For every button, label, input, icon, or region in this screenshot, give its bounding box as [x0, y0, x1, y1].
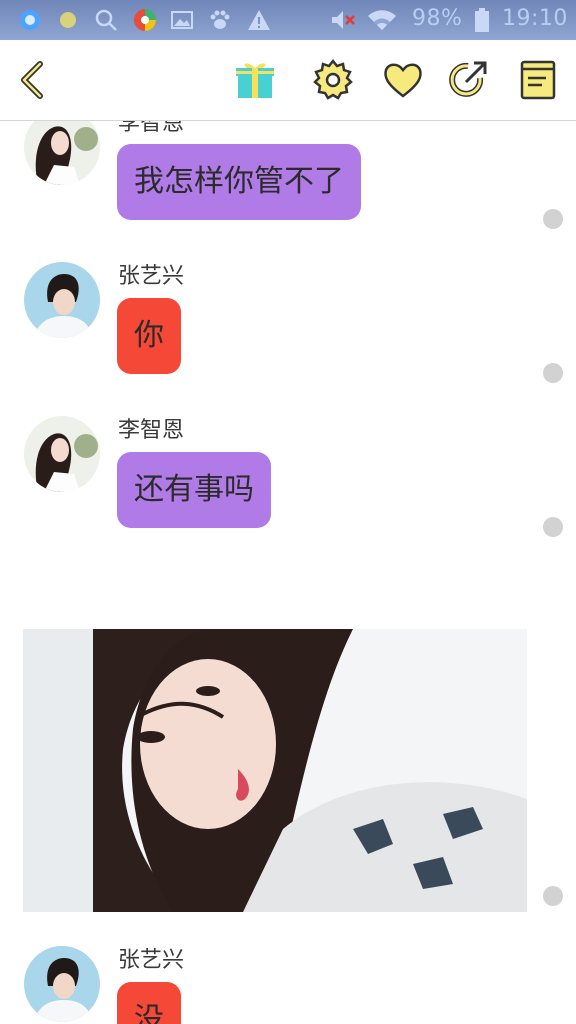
message-bubble[interactable]: 还有事吗: [117, 452, 271, 528]
sender-name: 李智恩: [118, 418, 185, 443]
gallery-icon: [171, 11, 193, 29]
browser-icon: [20, 10, 40, 30]
read-status-dot: [543, 886, 563, 906]
sender-name: 张艺兴: [118, 948, 185, 973]
avatar[interactable]: [24, 262, 100, 338]
chat-toolbar: [0, 40, 576, 121]
back-icon[interactable]: [10, 58, 54, 102]
status-bar: 98% 19:10: [0, 0, 576, 40]
image-message[interactable]: [23, 629, 527, 912]
message-bubble[interactable]: 你: [117, 298, 181, 374]
message-bubble[interactable]: 我怎样你管不了: [117, 144, 361, 220]
notification-dot-icon: [60, 12, 76, 28]
warning-icon: [248, 10, 270, 30]
share-icon[interactable]: [446, 58, 490, 102]
app-store-icon: [134, 9, 156, 31]
clock: 19:10: [502, 6, 568, 31]
battery-percent: 98%: [412, 6, 463, 31]
avatar[interactable]: [24, 946, 100, 1022]
gift-icon[interactable]: [233, 58, 277, 102]
gear-icon[interactable]: [311, 58, 355, 102]
sender-name: 张艺兴: [118, 264, 185, 289]
read-status-dot: [543, 517, 563, 537]
chat-list[interactable]: 李智恩 我怎样你管不了 张艺兴 你 李智恩 还有事吗 张艺兴 没: [0, 121, 576, 1024]
heart-icon[interactable]: [381, 58, 425, 102]
message-bubble[interactable]: 没: [117, 982, 181, 1024]
notebook-icon[interactable]: [516, 58, 560, 102]
wifi-icon: [368, 10, 396, 30]
mute-icon: [332, 11, 355, 29]
search-icon: [95, 9, 117, 31]
read-status-dot: [543, 209, 563, 229]
paw-icon: [210, 10, 230, 29]
battery-icon: [475, 8, 489, 32]
avatar[interactable]: [24, 121, 100, 185]
avatar[interactable]: [24, 416, 100, 492]
sender-name: 李智恩: [118, 121, 185, 136]
read-status-dot: [543, 363, 563, 383]
